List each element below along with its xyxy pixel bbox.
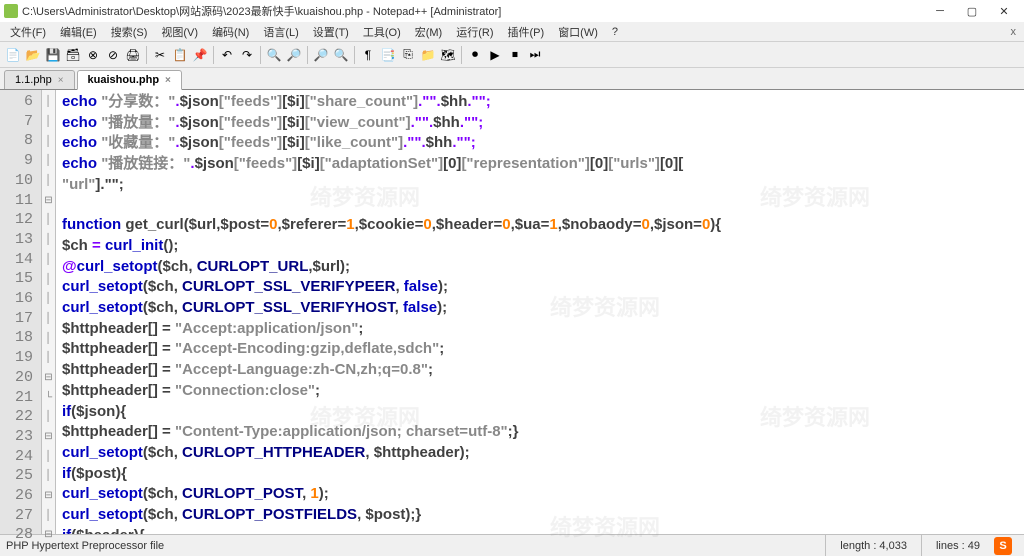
menu-lang[interactable]: 语言(L) [257, 22, 304, 42]
zoom-out-icon[interactable]: 🔍 [332, 46, 350, 64]
separator [213, 46, 214, 64]
status-bar: PHP Hypertext Preprocessor file length :… [0, 534, 1024, 556]
fold-column: │││││⊟││││││││⊟└│⊟││⊟│⊟ [42, 90, 56, 534]
app-icon [4, 4, 18, 18]
copy-icon[interactable]: 📋 [171, 46, 189, 64]
record-macro-icon[interactable]: ⏺ [466, 46, 484, 64]
menu-window[interactable]: 窗口(W) [552, 22, 604, 42]
menu-run[interactable]: 运行(R) [450, 22, 499, 42]
folder-icon[interactable]: 📁 [419, 46, 437, 64]
separator [260, 46, 261, 64]
menu-view[interactable]: 视图(V) [155, 22, 204, 42]
separator [146, 46, 147, 64]
menu-search[interactable]: 搜索(S) [105, 22, 154, 42]
menu-tools[interactable]: 工具(O) [357, 22, 407, 42]
menu-macro[interactable]: 宏(M) [409, 22, 449, 42]
close-all-icon[interactable]: ⊘ [104, 46, 122, 64]
tab-bar: 1.1.php × kuaishou.php × [0, 68, 1024, 90]
close-button[interactable]: ✕ [988, 0, 1020, 22]
find-icon[interactable]: 🔍 [265, 46, 283, 64]
menu-close-x[interactable]: x [1011, 26, 1021, 38]
zoom-in-icon[interactable]: 🔎 [312, 46, 330, 64]
doc-map-icon[interactable]: 🗺 [439, 46, 457, 64]
window-title: C:\Users\Administrator\Desktop\网站源码\2023… [22, 3, 501, 19]
redo-icon[interactable]: ↷ [238, 46, 256, 64]
toolbar: 📄 📂 💾 🗃 ⊗ ⊘ 🖨 ✂ 📋 📌 ↶ ↷ 🔍 🔎 🔎 🔍 ¶ 📑 ⎘ 📁 … [0, 42, 1024, 68]
separator [461, 46, 462, 64]
status-lines: lines : 49 [921, 535, 994, 556]
replay-macro-icon[interactable]: ⏭ [526, 46, 544, 64]
menu-bar: 文件(F) 编辑(E) 搜索(S) 视图(V) 编码(N) 语言(L) 设置(T… [0, 22, 1024, 42]
menu-help[interactable]: ? [606, 24, 624, 40]
separator [354, 46, 355, 64]
menu-plugins[interactable]: 插件(P) [502, 22, 551, 42]
menu-edit[interactable]: 编辑(E) [54, 22, 103, 42]
separator [307, 46, 308, 64]
indent-guide-icon[interactable]: ⎘ [399, 46, 417, 64]
paste-icon[interactable]: 📌 [191, 46, 209, 64]
tab-close-icon[interactable]: × [58, 75, 64, 86]
show-chars-icon[interactable]: 📑 [379, 46, 397, 64]
undo-icon[interactable]: ↶ [218, 46, 236, 64]
play-macro-icon[interactable]: ▶ [486, 46, 504, 64]
window-controls: ─ ▢ ✕ [924, 0, 1020, 22]
stop-macro-icon[interactable]: ⏹ [506, 46, 524, 64]
line-number-gutter: 6789101112131415161718192021222324252627… [0, 90, 42, 534]
ime-tray-icon[interactable]: S [994, 537, 1012, 555]
menu-encoding[interactable]: 编码(N) [206, 22, 255, 42]
print-icon[interactable]: 🖨 [124, 46, 142, 64]
code-content[interactable]: echo "分享数：".$json["feeds"][$i]["share_co… [56, 90, 1024, 534]
menu-file[interactable]: 文件(F) [4, 22, 52, 42]
new-file-icon[interactable]: 📄 [4, 46, 22, 64]
wordwrap-icon[interactable]: ¶ [359, 46, 377, 64]
maximize-button[interactable]: ▢ [956, 0, 988, 22]
close-file-icon[interactable]: ⊗ [84, 46, 102, 64]
minimize-button[interactable]: ─ [924, 0, 956, 22]
tab-label: 1.1.php [15, 74, 52, 86]
status-filetype: PHP Hypertext Preprocessor file [6, 540, 825, 552]
replace-icon[interactable]: 🔎 [285, 46, 303, 64]
status-length: length : 4,033 [825, 535, 921, 556]
tab-inactive[interactable]: 1.1.php × [4, 70, 75, 89]
title-bar: C:\Users\Administrator\Desktop\网站源码\2023… [0, 0, 1024, 22]
tab-close-icon[interactable]: × [165, 75, 171, 86]
tab-active[interactable]: kuaishou.php × [77, 70, 182, 90]
save-all-icon[interactable]: 🗃 [64, 46, 82, 64]
cut-icon[interactable]: ✂ [151, 46, 169, 64]
editor-area: 6789101112131415161718192021222324252627… [0, 90, 1024, 534]
open-file-icon[interactable]: 📂 [24, 46, 42, 64]
save-icon[interactable]: 💾 [44, 46, 62, 64]
tab-label: kuaishou.php [88, 74, 160, 86]
menu-settings[interactable]: 设置(T) [307, 22, 355, 42]
